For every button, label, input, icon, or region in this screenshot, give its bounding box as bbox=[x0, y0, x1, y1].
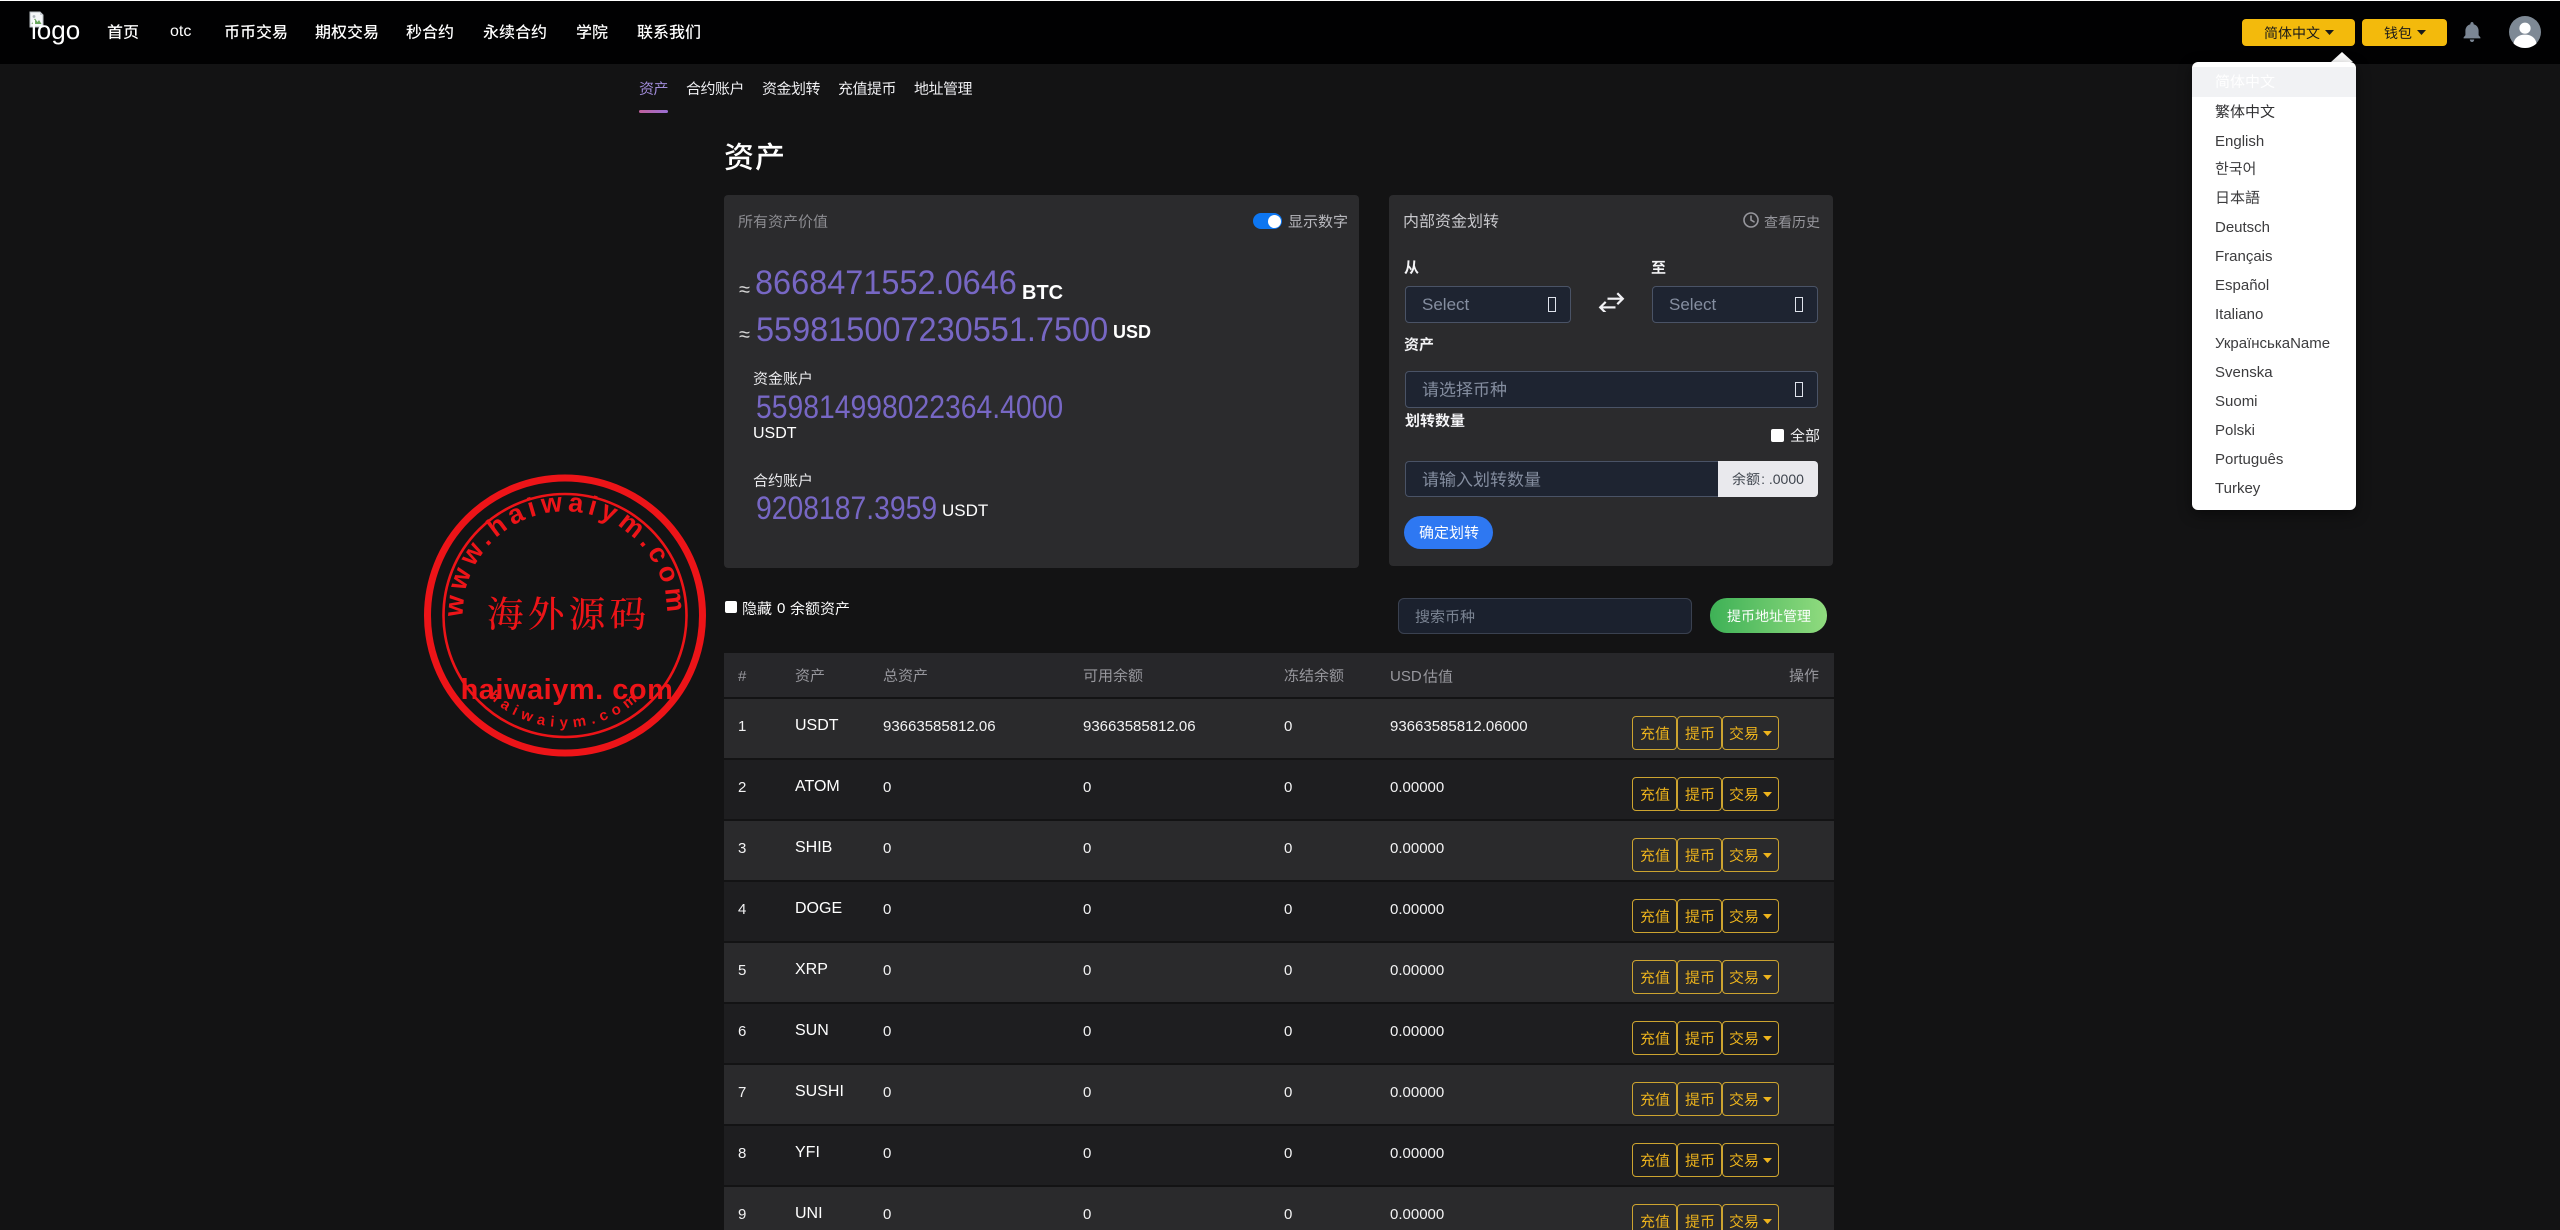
svg-text:haiwaiym. com: haiwaiym. com bbox=[461, 674, 674, 706]
